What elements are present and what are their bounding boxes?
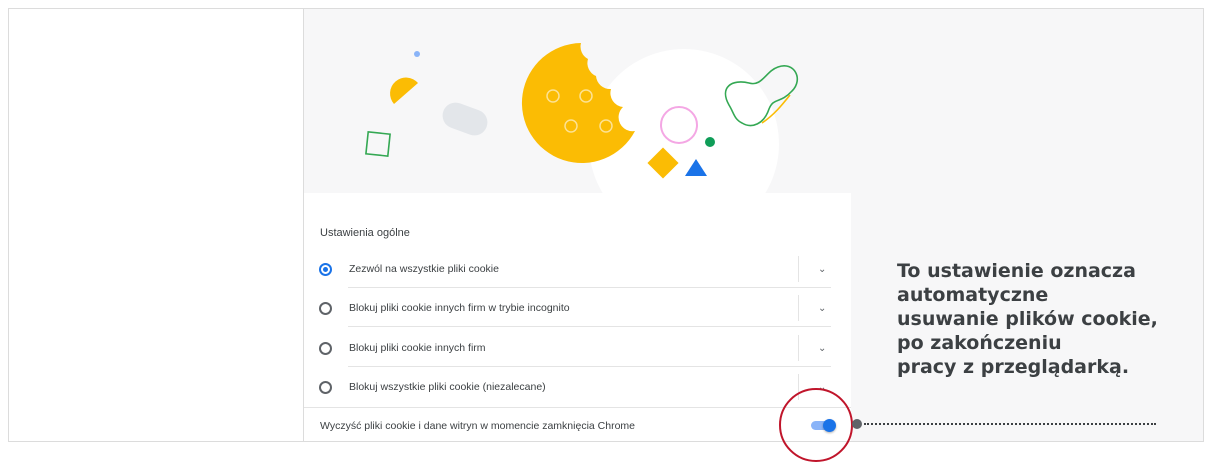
radio-unselected[interactable]: [319, 380, 332, 394]
cookie-illustration: [365, 43, 798, 193]
callout-dotted-line: [864, 423, 1156, 425]
option-block-third-party-incognito[interactable]: Blokuj pliki cookie innych firm w trybie…: [304, 289, 851, 327]
option-block-third-party[interactable]: Blokuj pliki cookie innych firm ⌄: [304, 329, 851, 367]
row-separator: [348, 326, 831, 327]
callout-line: pracy z przeglądarką.: [897, 356, 1130, 378]
callout-line: To ustawienie oznacza: [897, 260, 1136, 282]
option-block-all[interactable]: Blokuj wszystkie pliki cookie (niezaleca…: [304, 368, 851, 406]
left-sidebar: [9, 9, 304, 441]
divider: [798, 335, 799, 361]
radio-unselected[interactable]: [319, 301, 332, 315]
option-label: Blokuj wszystkie pliki cookie (niezaleca…: [349, 381, 546, 393]
chevron-down-icon[interactable]: ⌄: [818, 264, 826, 275]
option-label: Zezwól na wszystkie pliki cookie: [349, 263, 499, 275]
divider: [798, 256, 799, 282]
highlight-circle: [779, 388, 853, 462]
callout-line: po zakończeniu: [897, 332, 1062, 354]
callout-dot: [852, 419, 862, 429]
chevron-down-icon[interactable]: ⌄: [818, 343, 826, 354]
cookie-settings-card: Ustawienia ogólne Zezwól na wszystkie pl…: [304, 193, 851, 441]
row-separator: [348, 287, 831, 288]
callout-line: usuwanie plików cookie,: [897, 308, 1158, 330]
yellow-half-circle: [390, 77, 418, 104]
option-allow-all[interactable]: Zezwól na wszystkie pliki cookie ⌄: [304, 250, 851, 288]
chevron-down-icon[interactable]: ⌄: [818, 303, 826, 314]
grey-pill: [442, 102, 488, 136]
section-title: Ustawienia ogólne: [320, 227, 410, 239]
radio-selected[interactable]: [319, 262, 332, 276]
clear-on-exit-row: Wyczyść pliki cookie i dane witryn w mom…: [304, 407, 851, 442]
row-separator: [348, 366, 831, 367]
small-blue-dot: [414, 51, 420, 57]
callout-line: automatyczne: [897, 284, 1049, 306]
clear-on-exit-label: Wyczyść pliki cookie i dane witryn w mom…: [320, 420, 636, 432]
green-dot: [705, 137, 715, 147]
option-label: Blokuj pliki cookie innych firm w trybie…: [349, 302, 570, 314]
annotation-callout: To ustawienie oznacza automatyczne usuwa…: [897, 259, 1197, 379]
option-label: Blokuj pliki cookie innych firm: [349, 342, 486, 354]
green-square: [365, 131, 391, 157]
radio-unselected[interactable]: [319, 341, 332, 355]
divider: [798, 295, 799, 321]
